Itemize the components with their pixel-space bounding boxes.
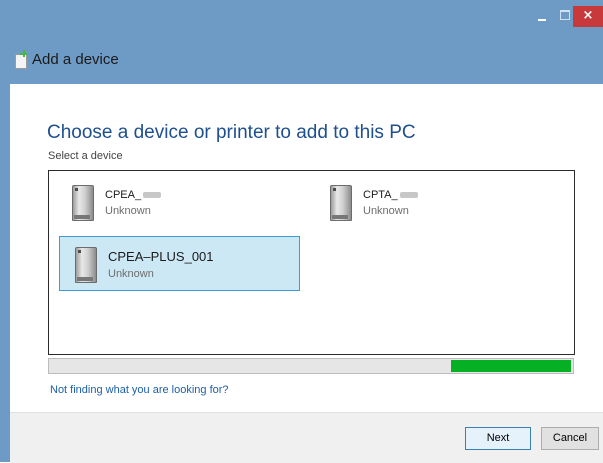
close-icon: × — [582, 8, 594, 23]
progress-fill — [451, 360, 571, 372]
minimize-icon — [538, 19, 546, 21]
minimize-button[interactable] — [531, 6, 553, 26]
add-device-window: × Add a device Choose a device or printe… — [0, 0, 603, 463]
device-item[interactable]: CPEA_ Unknown — [57, 176, 298, 231]
dialog-footer: Next Cancel — [10, 412, 603, 463]
printer-tower-icon — [72, 185, 94, 221]
maximize-icon — [560, 10, 570, 20]
redacted-mark — [399, 192, 418, 199]
printer-tower-icon — [75, 247, 97, 283]
device-list[interactable]: CPEA_ Unknown CPTA_ Unknown CPEA–PLUS_00… — [48, 170, 575, 355]
device-item-selected[interactable]: CPEA–PLUS_001 Unknown — [59, 236, 300, 291]
device-name: CPEA–PLUS_001 — [108, 249, 214, 264]
device-item[interactable]: CPTA_ Unknown — [315, 176, 556, 231]
cancel-button[interactable]: Cancel — [541, 427, 599, 450]
device-status: Unknown — [108, 268, 154, 280]
dialog-content: Choose a device or printer to add to thi… — [10, 84, 603, 412]
next-button[interactable]: Next — [465, 427, 531, 450]
printer-tower-icon — [330, 185, 352, 221]
device-status: Unknown — [363, 205, 409, 217]
redacted-mark — [143, 192, 162, 199]
close-button[interactable]: × — [573, 6, 603, 27]
device-status: Unknown — [105, 205, 151, 217]
dialog-title: Add a device — [13, 48, 119, 70]
device-name: CPTA_ — [363, 189, 398, 201]
dialog-title-text: Add a device — [32, 50, 119, 68]
title-bar[interactable]: × Add a device — [0, 0, 603, 84]
search-progress-bar — [48, 358, 574, 374]
device-name: CPEA_ — [105, 189, 142, 201]
add-device-icon — [13, 50, 27, 69]
page-title: Choose a device or printer to add to thi… — [47, 122, 416, 143]
page-subtitle: Select a device — [48, 150, 123, 162]
help-link[interactable]: Not finding what you are looking for? — [50, 384, 229, 396]
